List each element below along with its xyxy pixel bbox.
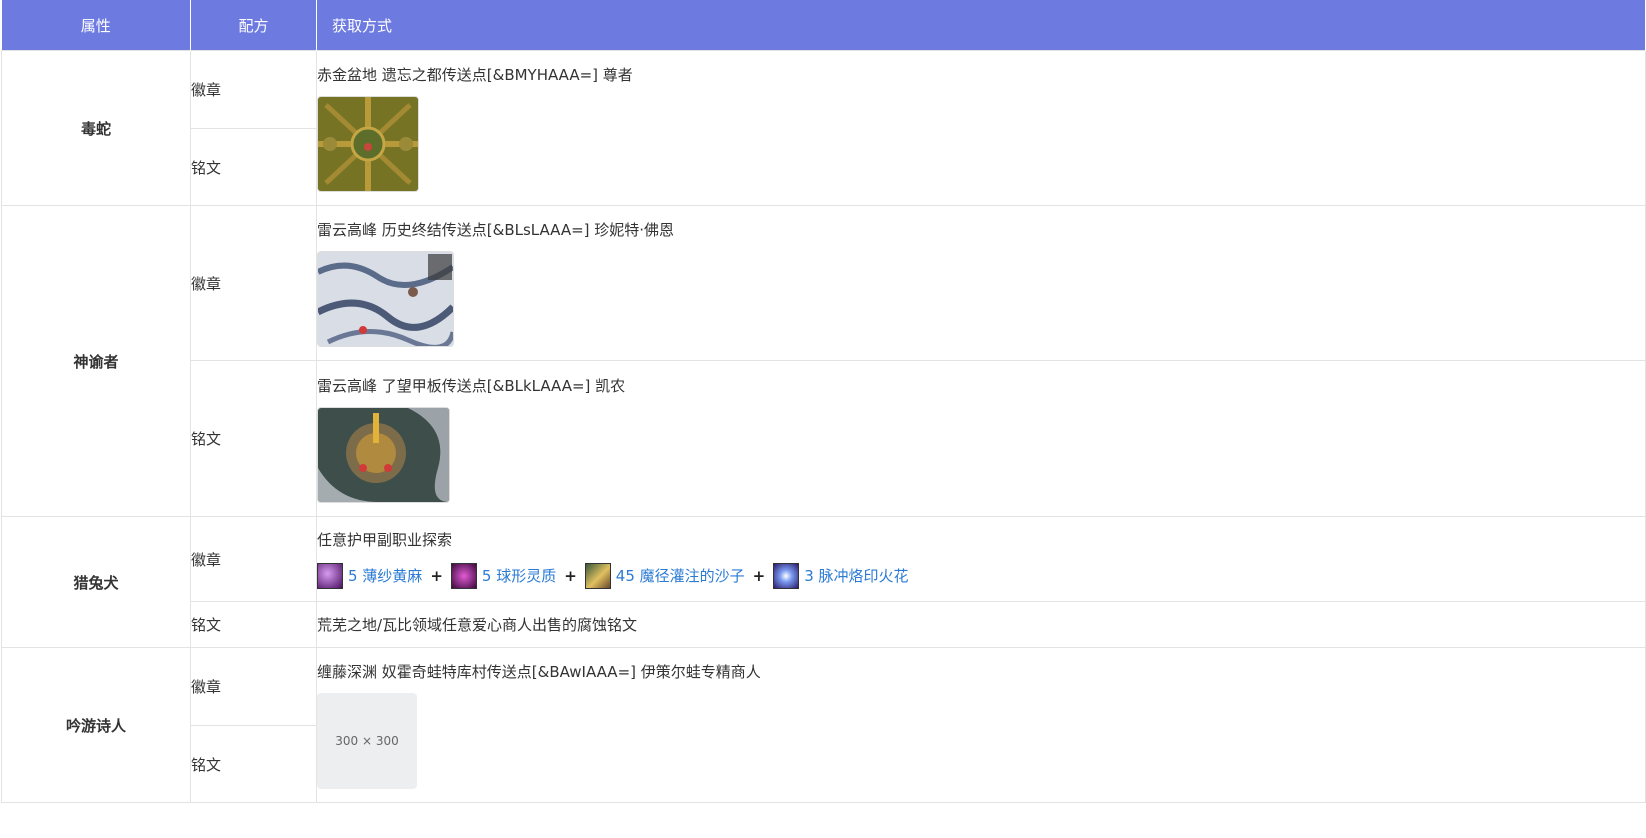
method-cell: 赤金盆地 遗忘之都传送点[&BMYHAAA=] 尊者 <box>316 50 1646 206</box>
attribute-hound: 猎兔犬 <box>1 516 191 648</box>
method-text: 缠藤深渊 奴霍奇蛙特库村传送点[&BAwIAAA=] 伊策尔蛙专精商人 <box>317 663 761 681</box>
method-cell: 雷云高峰 了望甲板传送点[&BLkLAAA=] 凯农 <box>316 360 1646 517</box>
map-thumbnail[interactable] <box>317 96 419 192</box>
recipe-inscription: 铭文 <box>190 601 317 648</box>
recipe-insignia: 徽章 <box>190 516 317 602</box>
attribute-oracle: 神谕者 <box>1 205 191 517</box>
attribute-minstrel: 吟游诗人 <box>1 647 191 803</box>
map-thumbnail[interactable] <box>317 406 450 503</box>
plus-sign: + <box>752 567 766 585</box>
method-text: 雷云高峰 了望甲板传送点[&BLkLAAA=] 凯农 <box>317 376 626 395</box>
plus-sign: + <box>564 567 577 585</box>
table-row: 铭文 荒芜之地/瓦比领域任意爱心商人出售的腐蚀铭文 <box>2 601 1646 648</box>
material-label[interactable]: 5 薄纱黄麻 <box>348 563 422 589</box>
table-row: 铭文 雷云高峰 了望甲板传送点[&BLkLAAA=] 凯农 <box>2 360 1646 517</box>
material-ectoplasm[interactable]: 5 球形灵质 <box>450 563 556 589</box>
material-label[interactable]: 45 魔径灌注的沙子 <box>616 563 745 589</box>
method-cell: 荒芜之地/瓦比领域任意爱心商人出售的腐蚀铭文 <box>316 601 1646 648</box>
spark-icon <box>773 563 800 589</box>
image-placeholder: 300 × 300 <box>317 693 417 789</box>
sand-icon <box>584 563 611 589</box>
method-text: 荒芜之地/瓦比领域任意爱心商人出售的腐蚀铭文 <box>317 615 638 634</box>
material-spark[interactable]: 3 脉冲烙印火花 <box>773 563 909 589</box>
attribute-viper: 毒蛇 <box>1 50 191 206</box>
ectoplasm-icon <box>450 563 477 589</box>
recipe-insignia: 徽章 <box>190 205 317 361</box>
table-row: 猎兔犬 徽章 任意护甲副职业探索 5 薄纱黄麻 + 5 球形灵质 + 45 魔径… <box>1 516 1646 648</box>
recipe-inscription: 铭文 <box>190 360 317 517</box>
method-cell: 缠藤深渊 奴霍奇蛙特库村传送点[&BAwIAAA=] 伊策尔蛙专精商人 300 … <box>316 647 1646 803</box>
method-text: 雷云高峰 历史终结传送点[&BLsLAAA=] 珍妮特·佛恩 <box>317 221 675 239</box>
recipe-insignia: 徽章 <box>190 647 317 726</box>
material-jute[interactable]: 5 薄纱黄麻 <box>317 563 422 589</box>
recipe-inscription: 铭文 <box>190 725 317 803</box>
table-row: 神谕者 徽章 雷云高峰 历史终结传送点[&BLsLAAA=] 珍妮特·佛恩 <box>1 205 1646 517</box>
header-method: 获取方式 <box>316 0 1646 51</box>
method-cell: 雷云高峰 历史终结传送点[&BLsLAAA=] 珍妮特·佛恩 <box>316 205 1646 361</box>
jute-icon <box>317 563 343 589</box>
header-attribute: 属性 <box>1 0 191 51</box>
table-row: 毒蛇 徽章 赤金盆地 遗忘之都传送点[&BMYHAAA=] 尊者 <box>1 50 1646 206</box>
recipe-table: 属性 配方 获取方式 毒蛇 徽章 赤金盆地 遗忘之都传送点[&BMYHAAA=]… <box>1 0 1646 803</box>
recipe-insignia: 徽章 <box>190 50 317 129</box>
table-row: 吟游诗人 徽章 缠藤深渊 奴霍奇蛙特库村传送点[&BAwIAAA=] 伊策尔蛙专… <box>1 647 1646 803</box>
map-thumbnail[interactable] <box>317 251 454 347</box>
recipe-inscription: 铭文 <box>190 128 317 206</box>
material-label[interactable]: 5 球形灵质 <box>482 563 556 589</box>
plus-sign: + <box>430 567 443 585</box>
table-header-row: 属性 配方 获取方式 <box>1 0 1646 51</box>
material-sand[interactable]: 45 魔径灌注的沙子 <box>584 563 745 589</box>
header-recipe: 配方 <box>190 0 317 51</box>
materials-list: 5 薄纱黄麻 + 5 球形灵质 + 45 魔径灌注的沙子 + 3 脉冲烙印火花 <box>317 563 1645 589</box>
method-cell: 任意护甲副职业探索 5 薄纱黄麻 + 5 球形灵质 + 45 魔径灌注的沙子 +… <box>316 516 1646 602</box>
method-text: 任意护甲副职业探索 <box>317 531 453 549</box>
method-text: 赤金盆地 遗忘之都传送点[&BMYHAAA=] 尊者 <box>317 66 633 84</box>
material-label[interactable]: 3 脉冲烙印火花 <box>804 563 908 589</box>
